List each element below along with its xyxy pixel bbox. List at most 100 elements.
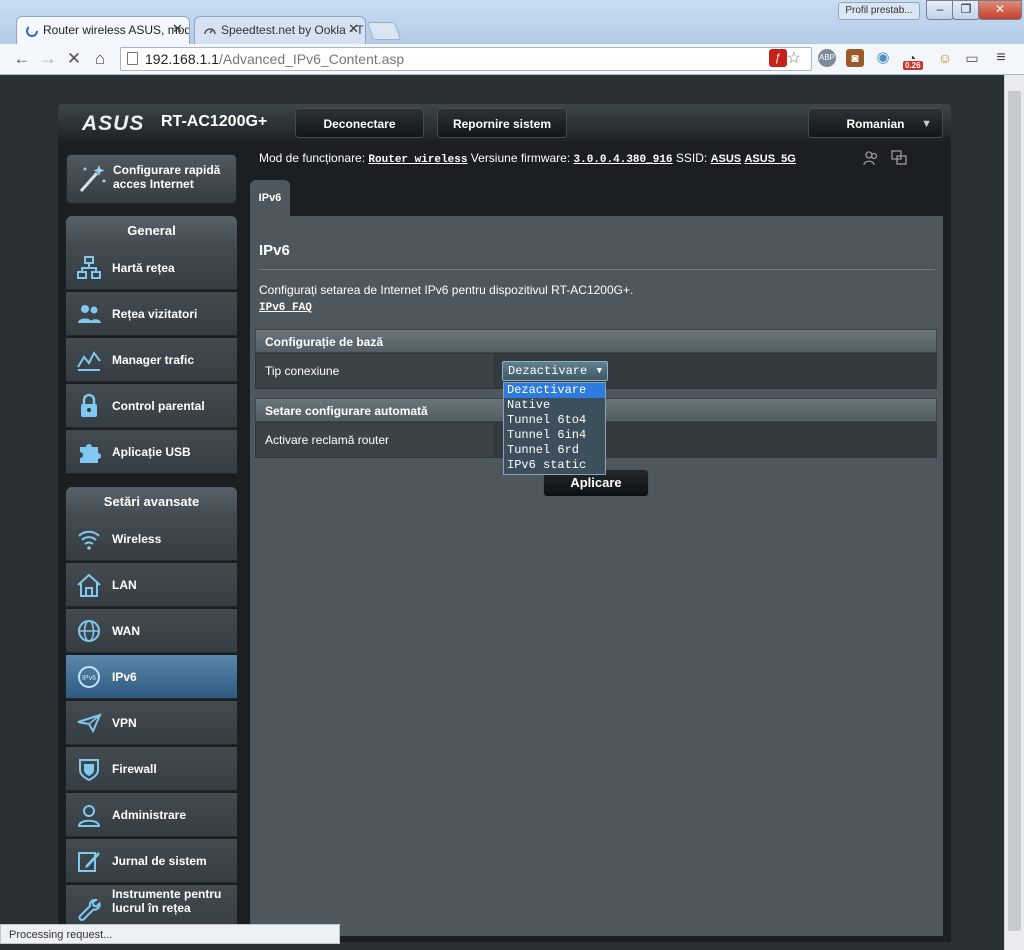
guest-network-icon — [78, 305, 101, 323]
sidebar-item-label: Jurnal de sistem — [112, 854, 207, 868]
reboot-button[interactable]: Repornire sistem — [437, 108, 567, 138]
connection-type-value: Dezactivare — [508, 364, 588, 378]
dropdown-option[interactable]: Dezactivare — [504, 383, 605, 398]
honey-extension-icon[interactable]: ☺ — [936, 49, 954, 67]
magic-wand-icon — [79, 165, 106, 192]
address-bar[interactable]: 192.168.1.1/Advanced_IPv6_Content.asp ⊣ … — [120, 47, 812, 71]
svg-text:IPv6: IPv6 — [82, 675, 96, 682]
sidebar-item-label: Hartă rețea — [112, 261, 175, 275]
ipv6-icon: IPv6 — [78, 666, 100, 688]
sidebar-item-lan[interactable]: LAN — [66, 563, 237, 607]
ssid-2g-link[interactable]: ASUS — [711, 153, 742, 165]
operation-mode-link[interactable]: Router wireless — [368, 154, 467, 166]
page-icon — [127, 52, 138, 65]
general-section-title: General — [66, 216, 237, 246]
firmware-version-link[interactable]: 3.0.0.4.380_916 — [574, 154, 673, 166]
camera-icon[interactable]: ◉ — [874, 49, 892, 67]
home-icon[interactable]: ⌂ — [90, 49, 110, 69]
connection-type-dropdown: Dezactivare Native Tunnel 6to4 Tunnel 6i… — [503, 382, 606, 475]
close-tab-icon[interactable]: ✕ — [172, 21, 183, 37]
usb-app-icon — [80, 444, 101, 463]
new-tab-button[interactable] — [366, 22, 402, 40]
close-tab-icon[interactable]: ✕ — [348, 21, 359, 37]
close-window-button[interactable]: ✕ — [978, 0, 1022, 20]
vertical-scrollbar[interactable] — [1004, 75, 1024, 950]
lan-icon — [77, 573, 101, 597]
sidebar-item-label: IPv6 — [112, 670, 137, 684]
sidebar-item-guest-network[interactable]: Rețea vizitatori — [66, 292, 237, 336]
sidebar-item-vpn[interactable]: VPN — [66, 701, 237, 745]
sidebar-item-label: Administrare — [112, 808, 187, 822]
status-bubble: Processing request... — [0, 924, 340, 944]
ssid-5g-link[interactable]: ASUS_5G — [744, 153, 795, 165]
stop-icon[interactable]: ✕ — [64, 49, 84, 69]
ipv6-faq-link[interactable]: IPv6 FAQ — [259, 302, 312, 314]
cast-icon[interactable]: ▭ — [963, 49, 981, 67]
dropdown-option[interactable]: Tunnel 6to4 — [504, 413, 605, 428]
quick-internet-setup-button[interactable]: Configurare rapidă acces Internet — [66, 154, 237, 204]
sidebar-item-label: Manager trafic — [112, 353, 195, 367]
browser-tab-strip: Router wireless ASUS, mod ✕ Speedtest.ne… — [0, 0, 1024, 44]
browser-tab-active[interactable]: Router wireless ASUS, mod ✕ — [16, 16, 190, 44]
tab-title: Router wireless ASUS, mod — [43, 23, 190, 37]
page-title: IPv6 — [259, 242, 290, 259]
model-name: RT-AC1200G+ — [161, 113, 268, 130]
dropdown-option[interactable]: Native — [504, 398, 605, 413]
language-label: Romanian — [846, 117, 905, 131]
sidebar-item-traffic-manager[interactable]: Manager trafic — [66, 338, 237, 382]
browser-tab-speedtest[interactable]: Speedtest.net by Ookla - T ✕ — [194, 16, 366, 44]
sidebar-item-system-log[interactable]: Jurnal de sistem — [66, 839, 237, 883]
clients-icon[interactable] — [863, 150, 879, 166]
maximize-button[interactable]: ❐ — [952, 0, 980, 20]
sidebar-item-wireless[interactable]: Wireless — [66, 517, 237, 561]
sidebar-item-label: Wireless — [112, 532, 162, 546]
chevron-down-icon: ▼ — [596, 366, 602, 376]
system-log-icon — [78, 852, 100, 872]
vpn-icon — [77, 713, 102, 734]
language-select[interactable]: Romanian ▼ — [808, 108, 943, 138]
logout-button[interactable]: Deconectare — [295, 108, 424, 138]
administration-icon — [77, 805, 101, 827]
connection-type-select[interactable]: Dezactivare ▼ — [502, 361, 608, 381]
forward-icon[interactable]: → — [38, 49, 58, 69]
dropdown-option[interactable]: Tunnel 6rd — [504, 443, 605, 458]
profile-button[interactable]: Profil prestab... — [838, 2, 920, 20]
gauge-badge: 0.26 — [903, 61, 923, 70]
router-info-bar: Mod de funcționare: Router wireless Vers… — [259, 151, 796, 166]
adblock-icon[interactable]: ABP — [818, 49, 836, 67]
firmware-label: Versiune firmware: — [470, 151, 571, 165]
flash-icon[interactable]: ƒ — [769, 49, 787, 67]
sidebar-item-label: LAN — [112, 578, 137, 592]
sidebar-item-label: Control parental — [112, 399, 205, 413]
sidebar-item-ipv6[interactable]: IPv6 IPv6 — [66, 655, 237, 699]
sidebar-item-administration[interactable]: Administrare — [66, 793, 237, 837]
sidebar-item-label: Rețea vizitatori — [112, 307, 198, 321]
scrollbar-thumb[interactable] — [1008, 91, 1021, 931]
basic-config-section-header: Configurație de bază — [255, 329, 937, 353]
connection-type-label: Tip conexiune — [265, 364, 340, 378]
usb-devices-icon[interactable] — [891, 150, 907, 166]
sidebar-item-wan[interactable]: WAN — [66, 609, 237, 653]
mode-label: Mod de funcționare: — [259, 151, 366, 165]
content-panel — [250, 216, 943, 936]
dropdown-option[interactable]: IPv6 static — [504, 458, 605, 473]
menu-icon[interactable]: ≡ — [992, 49, 1010, 67]
sidebar-item-network-map[interactable]: Hartă rețea — [66, 246, 237, 290]
url-text: 192.168.1.1/Advanced_IPv6_Content.asp — [145, 51, 405, 67]
ssid-label: SSID: — [675, 151, 708, 165]
network-map-icon — [77, 256, 101, 279]
browser-toolbar: ← → ✕ ⌂ 192.168.1.1/Advanced_IPv6_Conten… — [0, 44, 1024, 75]
sidebar-item-firewall[interactable]: Firewall — [66, 747, 237, 791]
minimize-button[interactable]: ‒ — [926, 0, 954, 20]
sidebar-item-usb-app[interactable]: Aplicație USB — [66, 430, 237, 474]
tab-ipv6[interactable]: IPv6 — [250, 180, 290, 216]
chevron-down-icon: ▼ — [921, 118, 932, 130]
wireless-icon — [78, 530, 100, 550]
router-advertisement-label: Activare reclamă router — [265, 433, 390, 447]
instagram-icon[interactable]: ◙ — [846, 49, 864, 67]
back-icon[interactable]: ← — [12, 49, 32, 69]
dropdown-option[interactable]: Tunnel 6in4 — [504, 428, 605, 443]
sidebar-item-parental-control[interactable]: Control parental — [66, 384, 237, 428]
sidebar-item-label: VPN — [112, 716, 137, 730]
bookmark-star-icon[interactable]: ☆ — [787, 48, 801, 68]
